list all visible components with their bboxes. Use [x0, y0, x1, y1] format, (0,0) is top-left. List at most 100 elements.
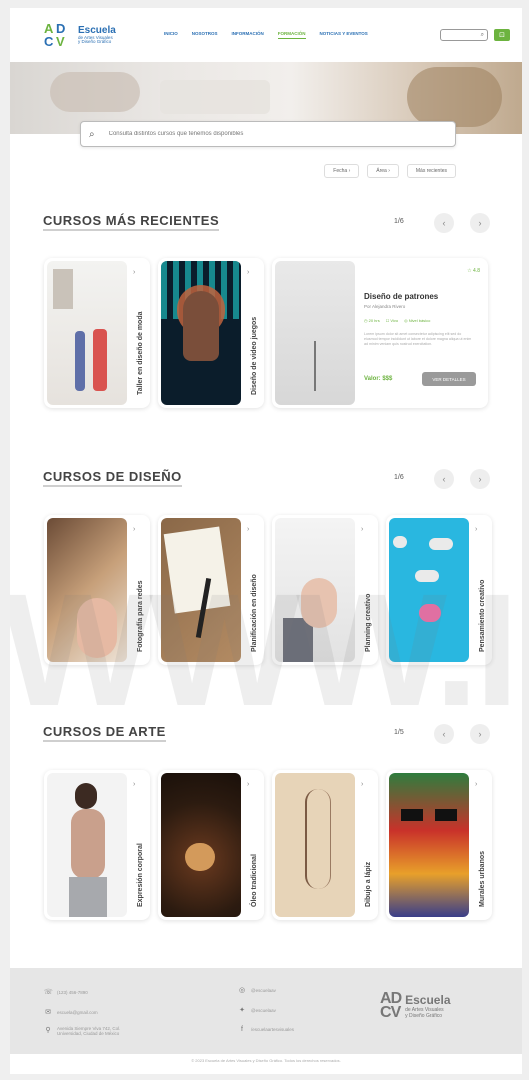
footer-facebook[interactable]: f/escuelaartesvisuales: [238, 1026, 294, 1033]
course-card[interactable]: › Taller en diseño de moda: [44, 258, 150, 408]
course-image: [161, 773, 241, 917]
course-search-bar[interactable]: ⌕: [80, 121, 456, 147]
featured-course-card[interactable]: ☆ 4.8 Diseño de patrones Por Alejandra R…: [272, 258, 488, 408]
course-description: Lorem ipsum dolor sit amet consectetur a…: [364, 332, 472, 346]
course-image: [47, 773, 127, 917]
course-image: [275, 518, 355, 662]
course-card[interactable]: › Diseño de video juegos: [158, 258, 264, 408]
main-nav: INICIO NOSOTROS INFORMACIÓN FORMACIÓN NO…: [164, 31, 440, 39]
footer-logo: AD CV Escuela de Artes Visuales y Diseño…: [380, 990, 451, 1021]
course-image: [47, 261, 127, 405]
nav-item-inicio[interactable]: INICIO: [164, 31, 178, 39]
course-card[interactable]: › Óleo tradicional: [158, 770, 264, 920]
chevron-right-icon: ›: [247, 526, 250, 533]
filter-area[interactable]: Área ›: [367, 164, 399, 178]
course-image: [389, 518, 469, 662]
course-image: [161, 518, 241, 662]
search-icon: ⌕: [480, 32, 484, 38]
chevron-right-icon: ›: [133, 526, 136, 533]
filter-fecha[interactable]: Fecha ›: [324, 164, 360, 178]
course-card[interactable]: › Murales urbanos: [386, 770, 492, 920]
facebook-icon: f: [241, 1026, 243, 1033]
footer-address: ⚲ Avenida Siempre Viva 742, Col. Universi…: [45, 1026, 121, 1036]
phone-icon: ☏: [44, 989, 53, 996]
footer: ☏ (123) 456-7890 ✉ escuela@gmail.com ⚲ Ave…: [10, 968, 522, 1054]
course-image: [275, 261, 355, 405]
modality-meta: ☐ Vivo: [385, 318, 399, 323]
chevron-right-icon: ›: [478, 474, 482, 484]
chevron-left-icon: ‹: [442, 218, 446, 228]
chevron-left-icon: ‹: [442, 474, 446, 484]
chevron-right-icon: ›: [247, 781, 250, 788]
page-counter: 1/6: [394, 218, 404, 225]
footer-twitter[interactable]: ✦ @escuelaav: [238, 1006, 276, 1014]
chevron-right-icon: ›: [247, 269, 250, 276]
footer-email[interactable]: ✉ escuela@gmail.com: [44, 1008, 98, 1016]
chevron-right-icon: ›: [133, 269, 136, 276]
course-title: Pensamiento creativo: [479, 579, 486, 652]
duration-meta: ◷ 20 hrs: [364, 318, 380, 323]
course-card[interactable]: › Pensamiento creativo: [386, 515, 492, 665]
brand-logo[interactable]: A D C V Escuela de Artes Visuales y Dise…: [44, 22, 152, 48]
level-meta: ◎ Nivel básico: [404, 318, 431, 323]
course-card[interactable]: › Expresión corporal: [44, 770, 150, 920]
course-meta: ◷ 20 hrs ☐ Vivo ◎ Nivel básico: [364, 318, 430, 323]
carousel-prev-button[interactable]: ‹: [434, 213, 454, 233]
brand-line-3: y Diseño Gráfico: [78, 39, 112, 44]
footer-phone[interactable]: ☏ (123) 456-7890: [44, 988, 88, 996]
page: A D C V Escuela de Artes Visuales y Dise…: [10, 8, 522, 1074]
course-card[interactable]: › Planificación en diseño: [158, 515, 264, 665]
filter-recientes[interactable]: Más recientes: [406, 164, 456, 178]
footer-instagram[interactable]: ◎ @escuelaav: [238, 986, 276, 994]
chevron-right-icon: ›: [133, 781, 136, 788]
logo-mark: A D C V: [44, 21, 65, 49]
course-title: Planning creativo: [365, 593, 372, 652]
cart-button[interactable]: ⊡: [494, 29, 510, 41]
chevron-right-icon: ›: [361, 781, 364, 788]
course-card[interactable]: › Fotografía para redes: [44, 515, 150, 665]
course-image: [389, 773, 469, 917]
carousel-prev-button[interactable]: ‹: [434, 724, 454, 744]
logo-mark: AD CV: [380, 990, 402, 1021]
course-search-input[interactable]: [108, 131, 447, 137]
course-title: Diseño de patrones: [364, 292, 439, 301]
copyright: © 2023 Escuela de Artes Visuales y Diseñ…: [191, 1058, 341, 1063]
nav-item-noticias[interactable]: NOTICIAS Y EVENTOS: [320, 31, 368, 39]
rating-badge: ☆ 4.8: [467, 268, 480, 274]
page-counter: 1/5: [394, 729, 404, 736]
course-title: Planificación en diseño: [251, 574, 258, 652]
course-image: [161, 261, 241, 405]
page-counter: 1/6: [394, 474, 404, 481]
course-card[interactable]: › Dibujo a lápiz: [272, 770, 378, 920]
header-search-input[interactable]: ⌕: [440, 29, 488, 41]
twitter-icon: ✦: [239, 1007, 245, 1014]
carousel-prev-button[interactable]: ‹: [434, 469, 454, 489]
carousel-next-button[interactable]: ›: [470, 724, 490, 744]
course-author: Por Alejandra Rivero: [364, 304, 406, 309]
instagram-icon: ◎: [238, 987, 246, 994]
header: A D C V Escuela de Artes Visuales y Dise…: [10, 8, 522, 62]
course-card[interactable]: › Planning creativo: [272, 515, 378, 665]
chevron-right-icon: ›: [478, 729, 482, 739]
nav-item-formacion[interactable]: FORMACIÓN: [277, 31, 306, 39]
carousel-next-button[interactable]: ›: [470, 213, 490, 233]
brand-name: Escuela: [78, 24, 116, 36]
course-title: Óleo tradicional: [251, 854, 258, 907]
chevron-right-icon: ›: [361, 526, 364, 533]
search-icon: ⌕: [89, 128, 95, 140]
view-details-button[interactable]: VER DETALLES: [422, 372, 476, 386]
chevron-right-icon: ›: [478, 218, 482, 228]
course-title: Fotografía para redes: [137, 580, 144, 652]
nav-item-informacion[interactable]: INFORMACIÓN: [232, 31, 264, 39]
course-image: [47, 518, 127, 662]
nav-item-nosotros[interactable]: NOSOTROS: [192, 31, 218, 39]
chevron-right-icon: ›: [475, 526, 478, 533]
chevron-right-icon: ›: [475, 781, 478, 788]
logo-text: Escuela de Artes Visuales y Diseño Gráfi…: [78, 24, 116, 45]
cart-icon: ⊡: [499, 32, 505, 39]
section-title: CURSOS MÁS RECIENTES: [43, 213, 220, 231]
course-title: Expresión corporal: [137, 843, 144, 907]
course-title: Diseño de video juegos: [251, 316, 258, 395]
carousel-next-button[interactable]: ›: [470, 469, 490, 489]
course-title: Taller en diseño de moda: [137, 311, 144, 395]
